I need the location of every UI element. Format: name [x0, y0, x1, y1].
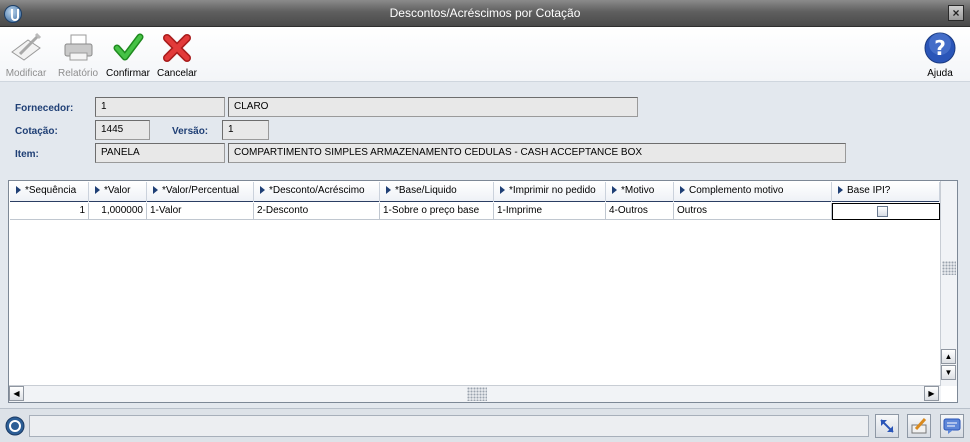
fornecedor-label: Fornecedor:	[15, 103, 74, 114]
toolbar: Modificar Relatório Confirmar Cancelar ?	[0, 27, 970, 82]
resize-icon	[880, 419, 894, 433]
cell-base-liquido[interactable]: 1-Sobre o preço base	[380, 203, 494, 220]
status-message-field	[29, 415, 869, 437]
item-description-field[interactable]: COMPARTIMENTO SIMPLES ARMAZENAMENTO CEDU…	[228, 143, 846, 163]
scroll-grip-icon	[942, 261, 956, 275]
edit-button[interactable]	[907, 414, 931, 438]
base-ipi-checkbox[interactable]	[877, 206, 888, 217]
cell-sequencia[interactable]: 1	[10, 203, 89, 220]
modify-icon	[11, 32, 42, 61]
cell-complemento[interactable]: Outros	[674, 203, 832, 220]
scroll-up-button[interactable]: ▲	[941, 349, 956, 364]
column-header-base-ipi[interactable]: Base IPI?	[832, 182, 940, 202]
checkmark-icon	[113, 33, 144, 61]
cell-valor[interactable]: 1,000000	[89, 203, 147, 220]
printer-icon	[64, 34, 93, 61]
status-logo-icon	[5, 416, 25, 436]
ajuda-label: Ajuda	[927, 68, 953, 79]
cell-motivo[interactable]: 4-Outros	[606, 203, 674, 220]
cell-valor-percentual[interactable]: 1-Valor	[147, 203, 254, 220]
grid-header: *Sequência *Valor *Valor/Percentual *Des…	[10, 182, 940, 202]
discount-grid: *Sequência *Valor *Valor/Percentual *Des…	[8, 180, 958, 403]
cell-imprimir[interactable]: 1-Imprime	[494, 203, 606, 220]
cotacao-field[interactable]: 1445	[95, 120, 150, 140]
column-header-valor[interactable]: *Valor	[89, 182, 147, 202]
versao-label: Versão:	[172, 126, 209, 137]
cancelar-button[interactable]: Cancelar	[154, 30, 200, 79]
versao-field[interactable]: 1	[222, 120, 269, 140]
confirmar-label: Confirmar	[106, 68, 150, 79]
sort-arrow-icon	[95, 186, 100, 194]
sort-arrow-icon	[16, 186, 21, 194]
table-row[interactable]: 1 1,000000 1-Valor 2-Desconto 1-Sobre o …	[10, 203, 940, 220]
item-label: Item:	[15, 149, 39, 160]
cell-base-ipi[interactable]	[832, 203, 940, 220]
item-code-field[interactable]: PANELA	[95, 143, 225, 163]
sort-arrow-icon	[612, 186, 617, 194]
help-icon: ?	[924, 32, 956, 64]
cell-desconto-acrescimo[interactable]: 2-Desconto	[254, 203, 380, 220]
fornecedor-name-field[interactable]: CLARO	[228, 97, 638, 117]
title-bar: Descontos/Acréscimos por Cotação ×	[0, 0, 970, 27]
column-header-imprimir[interactable]: *Imprimir no pedido	[494, 182, 606, 202]
column-header-motivo[interactable]: *Motivo	[606, 182, 674, 202]
sort-arrow-icon	[680, 186, 685, 194]
header-form: Fornecedor: 1 CLARO Cotação: 1445 Versão…	[0, 82, 970, 178]
scroll-grip-icon	[467, 387, 487, 401]
modificar-label: Modificar	[5, 68, 47, 79]
scroll-right-button[interactable]: ▶	[924, 386, 939, 401]
fornecedor-code-field[interactable]: 1	[95, 97, 225, 117]
cotacao-label: Cotação:	[15, 126, 58, 137]
column-header-valor-percentual[interactable]: *Valor/Percentual	[147, 182, 254, 202]
sort-arrow-icon	[386, 186, 391, 194]
edit-icon	[911, 417, 927, 434]
column-header-complemento[interactable]: Complemento motivo	[674, 182, 832, 202]
scroll-down-button[interactable]: ▼	[941, 365, 956, 380]
message-icon	[943, 418, 961, 434]
status-bar	[0, 408, 970, 442]
vertical-scrollbar[interactable]: ▲ ▼	[940, 181, 957, 386]
confirmar-button[interactable]: Confirmar	[104, 30, 152, 79]
relatorio-button[interactable]: Relatório	[54, 30, 102, 79]
sort-arrow-icon	[260, 186, 265, 194]
cancelar-label: Cancelar	[156, 68, 198, 79]
svg-text:?: ?	[934, 36, 946, 60]
column-header-base-liquido[interactable]: *Base/Liquido	[380, 182, 494, 202]
sort-arrow-icon	[838, 186, 843, 194]
sort-arrow-icon	[500, 186, 505, 194]
column-header-sequencia[interactable]: *Sequência	[10, 182, 89, 202]
close-button[interactable]: ×	[948, 5, 964, 21]
message-button[interactable]	[940, 414, 964, 438]
resize-button[interactable]	[875, 414, 899, 438]
relatorio-label: Relatório	[57, 68, 99, 79]
sort-arrow-icon	[153, 186, 158, 194]
horizontal-scrollbar[interactable]: ◀ ▶	[9, 385, 941, 402]
column-header-desconto-acrescimo[interactable]: *Desconto/Acréscimo	[254, 182, 380, 202]
scroll-left-button[interactable]: ◀	[9, 386, 24, 401]
window-title: Descontos/Acréscimos por Cotação	[389, 6, 581, 20]
x-mark-icon	[163, 34, 191, 62]
ajuda-button[interactable]: ? Ajuda	[920, 30, 960, 79]
modificar-button[interactable]: Modificar	[2, 30, 50, 79]
